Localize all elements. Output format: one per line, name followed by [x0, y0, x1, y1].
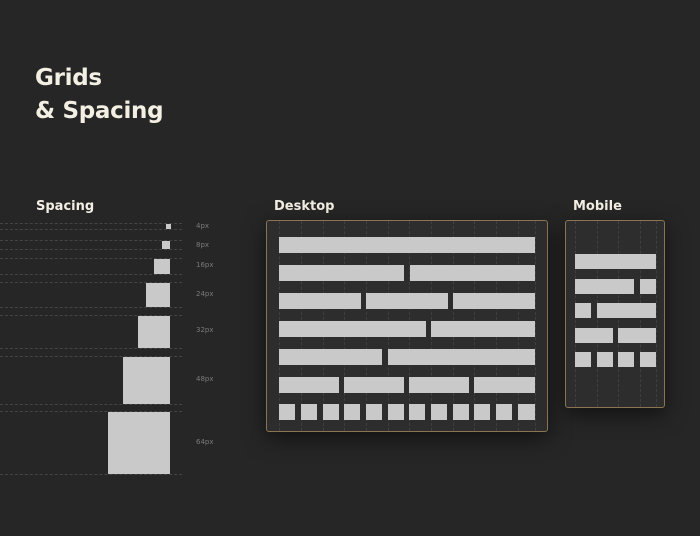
desktop-block: [279, 404, 295, 420]
mobile-grid-panel: [565, 220, 665, 408]
desktop-block: [474, 404, 490, 420]
spacing-swatch-24: [146, 283, 170, 307]
mobile-block: [618, 352, 634, 367]
spacing-guide-line: [0, 474, 182, 475]
mobile-block: [575, 279, 634, 294]
desktop-block: [279, 237, 535, 253]
desktop-block: [496, 404, 512, 420]
desktop-block: [366, 293, 448, 309]
desktop-block: [453, 293, 535, 309]
spacing-scale: 4px 8px 16px 24px 32px 48px 64px: [0, 0, 260, 536]
desktop-block: [279, 265, 404, 281]
spacing-swatch-48: [123, 357, 170, 404]
mobile-block: [597, 303, 656, 318]
spacing-guide-line: [0, 223, 182, 224]
desktop-block: [279, 321, 426, 337]
spacing-label-64: 64px: [196, 438, 214, 446]
spacing-label-32: 32px: [196, 326, 214, 334]
desktop-block: [279, 377, 339, 393]
desktop-block: [344, 377, 404, 393]
desktop-block: [453, 404, 469, 420]
spacing-swatch-4: [166, 224, 171, 229]
desktop-block: [344, 404, 360, 420]
desktop-block: [301, 404, 317, 420]
grid-column-guide: [656, 221, 657, 407]
desktop-block: [431, 321, 535, 337]
desktop-block: [279, 293, 361, 309]
mobile-block: [575, 328, 613, 343]
mobile-block: [640, 279, 656, 294]
desktop-block: [518, 404, 535, 420]
spacing-guide-line: [0, 229, 182, 230]
mobile-block: [575, 254, 656, 269]
desktop-block: [409, 377, 469, 393]
spacing-swatch-32: [138, 316, 170, 348]
spacing-swatch-16: [154, 259, 170, 274]
spacing-guide-line: [0, 240, 182, 241]
grid-column-guide: [535, 221, 536, 431]
desktop-block: [279, 349, 382, 365]
spacing-label-4: 4px: [196, 222, 210, 230]
mobile-block: [618, 328, 656, 343]
desktop-block: [410, 265, 535, 281]
spacing-label-24: 24px: [196, 290, 214, 298]
spacing-label-8: 8px: [196, 241, 210, 249]
desktop-block: [388, 349, 535, 365]
spacing-guide-line: [0, 249, 182, 250]
spacing-guide-line: [0, 348, 182, 349]
mobile-block: [597, 352, 613, 367]
desktop-block: [409, 404, 425, 420]
desktop-heading: Desktop: [274, 199, 335, 214]
mobile-block: [575, 303, 591, 318]
spacing-guide-line: [0, 307, 182, 308]
spacing-guide-line: [0, 274, 182, 275]
mobile-block: [640, 352, 656, 367]
spacing-label-48: 48px: [196, 375, 214, 383]
desktop-block: [388, 404, 404, 420]
mobile-heading: Mobile: [573, 199, 622, 214]
spacing-guide-line: [0, 404, 182, 405]
desktop-block: [366, 404, 382, 420]
desktop-block: [474, 377, 535, 393]
desktop-grid-panel: [266, 220, 548, 432]
desktop-block: [323, 404, 339, 420]
mobile-block: [575, 352, 591, 367]
spacing-label-16: 16px: [196, 261, 214, 269]
spacing-swatch-8: [162, 241, 170, 249]
desktop-block: [431, 404, 447, 420]
spacing-swatch-64: [108, 412, 170, 474]
